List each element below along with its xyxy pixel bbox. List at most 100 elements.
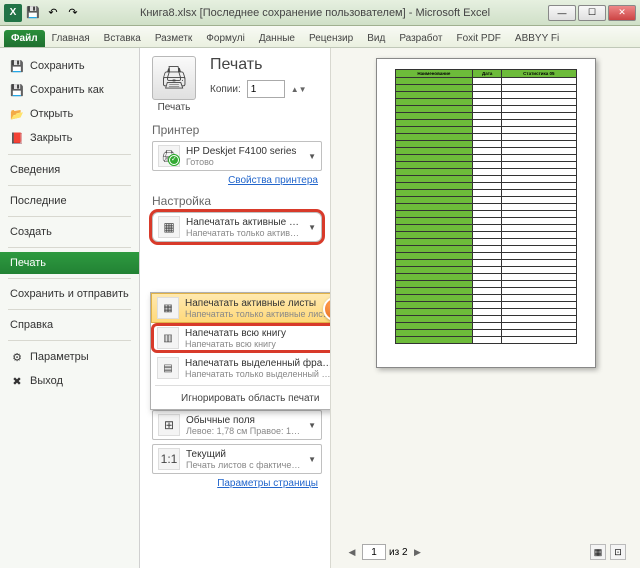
nav-help[interactable]: Справка <box>0 314 139 336</box>
tab-abbyy[interactable]: ABBYY Fi <box>508 30 566 47</box>
exit-icon: ✖ <box>10 374 24 388</box>
divider <box>8 247 131 248</box>
popup-option-whole-book[interactable]: ▥ Напечатать всю книгу Напечатать всю кн… <box>151 323 330 353</box>
tab-layout[interactable]: Разметк <box>148 30 199 47</box>
option-sub: Напечатать только выделенный фрагмент <box>185 369 330 379</box>
redo-icon[interactable]: ↷ <box>64 4 82 22</box>
tab-insert[interactable]: Вставка <box>97 30 148 47</box>
zoom-to-page-button[interactable]: ⊡ <box>610 544 626 560</box>
prev-page-button[interactable]: ◀ <box>345 545 359 559</box>
divider <box>8 154 131 155</box>
print-what-dropdown[interactable]: ▦ Напечатать активные листы Напечатать т… <box>152 212 322 242</box>
nav-label: Сохранить <box>30 60 85 72</box>
minimize-button[interactable]: — <box>548 5 576 21</box>
maximize-button[interactable]: ☐ <box>578 5 606 21</box>
page-navigator: ◀ из 2 ▶ <box>345 544 425 560</box>
copies-label: Копии: <box>210 84 241 95</box>
popup-ignore-print-area[interactable]: Игнорировать область печати <box>151 388 330 409</box>
margins-dropdown[interactable]: ⊞ Обычные поля Левое: 1,78 см Правое: 1,… <box>152 410 322 440</box>
nav-label: Справка <box>10 319 53 331</box>
tab-view[interactable]: Вид <box>360 30 392 47</box>
nav-label: Выход <box>30 375 63 387</box>
tab-home[interactable]: Главная <box>45 30 97 47</box>
open-icon: 📂 <box>10 107 24 121</box>
scale-main: Текущий <box>186 449 302 460</box>
preview-table: НаименованиеДатаСтатистика 05 document.w… <box>395 69 577 344</box>
option-label: Напечатать активные листы <box>185 298 330 309</box>
nav-label: Создать <box>10 226 52 238</box>
ribbon-tabs: Файл Главная Вставка Разметк Формулі Дан… <box>0 26 640 48</box>
page-of-label: из 2 <box>389 547 408 558</box>
nav-label: Сохранить как <box>30 84 104 96</box>
printer-section-label: Принтер <box>152 123 322 137</box>
save-icon[interactable]: 💾 <box>24 4 42 22</box>
print-what-popup: ▦ Напечатать активные листы Напечатать т… <box>150 292 330 410</box>
nav-save-as[interactable]: 💾 Сохранить как <box>0 78 139 102</box>
window-title: Книга8.xlsx [Последнее сохранение пользо… <box>82 7 548 19</box>
copies-input[interactable] <box>247 80 285 98</box>
sheets-icon: ▦ <box>158 216 180 238</box>
tab-foxit[interactable]: Foxit PDF <box>449 30 507 47</box>
page-number-input[interactable] <box>362 544 386 560</box>
window-controls: — ☐ ✕ <box>548 5 636 21</box>
book-icon: ▥ <box>157 327 179 349</box>
nav-recent[interactable]: Последние <box>0 190 139 212</box>
nav-print[interactable]: Печать <box>0 252 139 274</box>
selection-icon: ▤ <box>157 357 179 379</box>
option-label: Игнорировать область печати <box>181 393 319 404</box>
save-icon: 💾 <box>10 59 24 73</box>
options-icon: ⚙ <box>10 350 24 364</box>
print-what-main: Напечатать активные листы <box>186 217 302 228</box>
print-button[interactable]: 🖨 <box>152 56 196 100</box>
tab-data[interactable]: Данные <box>252 30 302 47</box>
nav-label: Сохранить и отправить <box>10 288 129 300</box>
tab-file[interactable]: Файл <box>4 30 45 47</box>
divider <box>8 309 131 310</box>
sheets-icon: ▦ <box>157 297 179 319</box>
divider <box>8 216 131 217</box>
print-title: Печать <box>210 56 307 74</box>
print-settings-column: 🖨 Печать Печать Копии: ▲▼ Принтер 🖨 HP D… <box>140 48 330 568</box>
option-sub: Напечатать только активные листы <box>185 309 330 319</box>
nav-label: Сведения <box>10 164 60 176</box>
chevron-down-icon: ▼ <box>308 455 316 464</box>
save-as-icon: 💾 <box>10 83 24 97</box>
nav-new[interactable]: Создать <box>0 221 139 243</box>
tab-review[interactable]: Рецензир <box>302 30 360 47</box>
option-label: Напечатать всю книгу <box>185 328 330 339</box>
divider <box>8 278 131 279</box>
print-preview-column: НаименованиеДатаСтатистика 05 document.w… <box>330 48 640 568</box>
margins-icon: ⊞ <box>158 414 180 436</box>
nav-exit[interactable]: ✖ Выход <box>0 369 139 393</box>
nav-save[interactable]: 💾 Сохранить <box>0 54 139 78</box>
backstage-content: 🖨 Печать Печать Копии: ▲▼ Принтер 🖨 HP D… <box>140 48 640 568</box>
margins-sub: Левое: 1,78 см Правое: 1,… <box>186 426 302 436</box>
printer-dropdown[interactable]: 🖨 HP Deskjet F4100 series Готово ▼ <box>152 141 322 171</box>
close-button[interactable]: ✕ <box>608 5 636 21</box>
settings-section-label: Настройка <box>152 194 322 208</box>
backstage-nav: 💾 Сохранить 💾 Сохранить как 📂Открыть 📕Закр… <box>0 48 140 568</box>
nav-options[interactable]: ⚙Параметры <box>0 345 139 369</box>
nav-label: Печать <box>10 257 46 269</box>
nav-close[interactable]: 📕Закрыть <box>0 126 139 150</box>
nav-label: Закрыть <box>30 132 72 144</box>
popup-option-active-sheets[interactable]: ▦ Напечатать активные листы Напечатать т… <box>151 293 330 323</box>
nav-save-send[interactable]: Сохранить и отправить <box>0 283 139 305</box>
tab-formulas[interactable]: Формулі <box>199 30 252 47</box>
popup-option-selection[interactable]: ▤ Напечатать выделенный фрагмент Напечат… <box>151 353 330 383</box>
scaling-dropdown[interactable]: 1:1 Текущий Печать листов с фактическ… ▼ <box>152 444 322 474</box>
spinner-icon[interactable]: ▲▼ <box>291 85 307 94</box>
next-page-button[interactable]: ▶ <box>411 545 425 559</box>
nav-open[interactable]: 📂Открыть <box>0 102 139 126</box>
show-margins-button[interactable]: ▦ <box>590 544 606 560</box>
printer-properties-link[interactable]: Свойства принтера <box>152 175 318 186</box>
preview-page: НаименованиеДатаСтатистика 05 document.w… <box>376 58 596 368</box>
printer-name: HP Deskjet F4100 series <box>186 146 302 157</box>
chevron-down-icon: ▼ <box>308 223 316 232</box>
nav-info[interactable]: Сведения <box>0 159 139 181</box>
undo-icon[interactable]: ↶ <box>44 4 62 22</box>
preview-footer: ◀ из 2 ▶ ▦ ⊡ <box>339 540 632 564</box>
scale-sub: Печать листов с фактическ… <box>186 460 302 470</box>
page-setup-link[interactable]: Параметры страницы <box>152 478 318 489</box>
tab-developer[interactable]: Разработ <box>392 30 449 47</box>
